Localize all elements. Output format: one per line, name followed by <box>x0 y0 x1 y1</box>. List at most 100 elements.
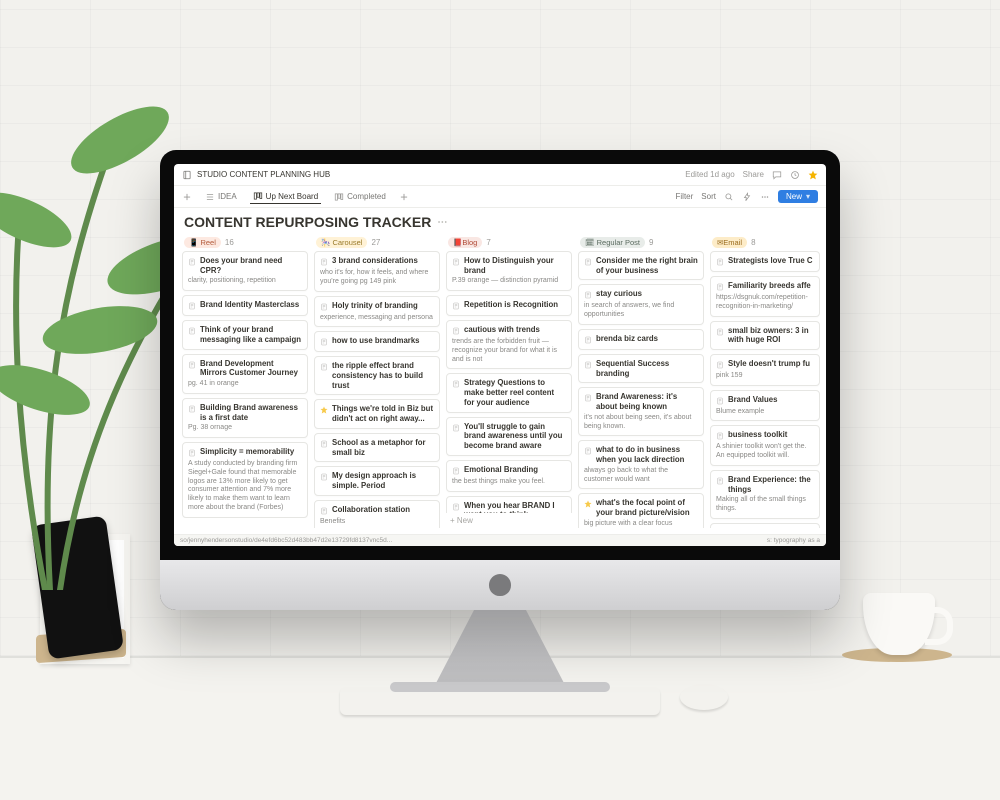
board-card[interactable]: stay curiousin search of answers, we fin… <box>578 284 704 325</box>
column-carousel: 🎠 Carousel 27 3 brand considerationswho … <box>314 234 440 528</box>
board-card[interactable]: Brand Identity Masterclass <box>182 295 308 316</box>
status-path: so/jennyhendersonstudio/de4efd6bc52d483b… <box>180 537 392 544</box>
share-button[interactable]: Share <box>743 170 764 179</box>
column-count: 8 <box>751 238 755 247</box>
board-card[interactable]: Brand ValuesBlume example <box>710 390 820 422</box>
board-card[interactable]: Holy trinity of branding experience, mess… <box>314 296 440 328</box>
card-subtext: who it's for, how it feels, and where yo… <box>320 269 434 287</box>
board-card[interactable]: Simplicity = memorability A study conduct… <box>182 442 308 518</box>
board-card[interactable]: cautious with trendstrends are the forbi… <box>446 320 572 369</box>
board-card[interactable]: brenda biz cards <box>578 329 704 350</box>
page-icon <box>452 466 460 476</box>
board-card[interactable]: School as a metaphor for small biz <box>314 433 440 462</box>
card-title: Does your brand need CPR? <box>200 256 302 275</box>
page-icon <box>188 257 196 267</box>
imac: STUDIO CONTENT PLANNING HUB Edited 1d ag… <box>160 150 840 610</box>
board-card[interactable]: Strategists love True C <box>710 251 820 272</box>
board-card[interactable]: How to Distinguish your brandP.39 orange… <box>446 251 572 291</box>
column-tag[interactable]: 📕Blog <box>448 237 482 248</box>
board-card[interactable]: When you hear BRAND I want you to think … <box>446 496 572 513</box>
page-title[interactable]: CONTENT REPURPOSING TRACKER <box>184 214 431 230</box>
more-icon[interactable] <box>760 192 770 202</box>
desk-scene: STUDIO CONTENT PLANNING HUB Edited 1d ag… <box>0 0 1000 800</box>
filter-button[interactable]: Filter <box>676 192 694 201</box>
board-card[interactable]: Style doesn't trump fupink 159 <box>710 354 820 386</box>
board-card[interactable]: Collaboration stationBenefits <box>314 500 440 528</box>
column-tag[interactable]: 🗓 Regular Post <box>580 237 645 248</box>
page-icon <box>584 393 592 403</box>
star-icon <box>320 405 328 415</box>
tab-completed[interactable]: Completed <box>331 190 389 204</box>
tab-idea-label: IDEA <box>218 192 237 201</box>
breadcrumb[interactable]: STUDIO CONTENT PLANNING HUB <box>182 170 330 180</box>
page-icon <box>584 446 592 456</box>
board-card[interactable]: Strategy Questions to make better reel c… <box>446 373 572 412</box>
card-title: You'll struggle to gain brand awareness … <box>464 422 566 451</box>
board-card[interactable]: Repetition is Recognition <box>446 295 572 316</box>
card-subtext: experience, messaging and persona <box>320 314 434 323</box>
clock-icon[interactable] <box>790 170 800 180</box>
board-card[interactable]: the ripple effect brand consistency has … <box>314 356 440 395</box>
star-icon <box>584 499 592 509</box>
board-card[interactable]: 3 brand considerationswho it's for, how … <box>314 251 440 292</box>
card-title: what's the focal point of your brand pic… <box>596 498 698 517</box>
board-card[interactable]: Brand Awareness: it's about being knowni… <box>578 387 704 436</box>
card-title: Holy trinity of branding <box>332 301 418 311</box>
card-title: School as a metaphor for small biz <box>332 438 434 457</box>
board-card[interactable]: business toolkitA shinier toolkit won't … <box>710 425 820 466</box>
last-edited-label: Edited 1d ago <box>685 170 734 179</box>
favorite-star-icon[interactable] <box>808 170 818 180</box>
card-title: what to do in business when you lack dir… <box>596 445 698 464</box>
tab-idea[interactable]: IDEA <box>202 190 240 204</box>
board-card[interactable]: Emotional Brandingthe best things make y… <box>446 460 572 492</box>
board-card[interactable]: You'll struggle to gain brand awareness … <box>446 417 572 456</box>
add-tab-icon[interactable] <box>399 192 409 202</box>
automation-icon[interactable] <box>742 192 752 202</box>
board-card[interactable]: what's the focal point of your brand pic… <box>578 493 704 528</box>
board-card[interactable]: Consider me the right brain of your busi… <box>578 251 704 280</box>
board-card[interactable]: Think of your brand messaging like a cam… <box>182 320 308 349</box>
add-view-icon[interactable] <box>182 192 192 202</box>
topbar: STUDIO CONTENT PLANNING HUB Edited 1d ag… <box>174 164 826 186</box>
column-blog: 📕Blog 7 How to Distinguish your brandP.3… <box>446 234 572 528</box>
page-icon <box>452 423 460 433</box>
card-subtext: A study conducted by branding firm Siege… <box>188 460 302 513</box>
board-card[interactable]: Does your brand need CPR?clarity, positi… <box>182 251 308 291</box>
page-icon <box>188 326 196 336</box>
page-icon <box>716 257 724 267</box>
board-card[interactable]: what to do in business when you lack dir… <box>578 440 704 489</box>
comment-icon[interactable] <box>772 170 782 180</box>
card-subtext: Blume example <box>716 408 814 417</box>
card-subtext: the best things make you feel. <box>452 478 566 487</box>
column-tag[interactable]: 🎠 Carousel <box>316 237 367 248</box>
card-title: Simplicity = memorability <box>200 447 294 457</box>
tab-up-next-board[interactable]: Up Next Board <box>250 189 321 204</box>
board-card[interactable]: people buy from brand <box>710 523 820 528</box>
card-title: Strategy Questions to make better reel c… <box>464 378 566 407</box>
add-card-button[interactable]: + New <box>446 513 572 528</box>
page-more-icon[interactable]: ⋯ <box>437 217 447 228</box>
page-icon <box>188 301 196 311</box>
page-icon <box>584 360 592 370</box>
board-card[interactable]: Brand Experience: the thingsMaking all o… <box>710 470 820 519</box>
card-subtext: trends are the forbidden fruit — recogni… <box>452 338 566 364</box>
column-tag[interactable]: 📱 Reel <box>184 237 221 248</box>
board-card[interactable]: My design approach is simple. Period <box>314 466 440 495</box>
breadcrumb-title: STUDIO CONTENT PLANNING HUB <box>197 170 330 179</box>
page-icon <box>320 439 328 449</box>
card-title: Brand Development Mirrors Customer Journ… <box>200 359 302 378</box>
page-icon <box>320 337 328 347</box>
board-card[interactable]: how to use brandmarks <box>314 331 440 352</box>
search-icon[interactable] <box>724 192 734 202</box>
board-card[interactable]: Familiarity breeds affehttps://dsgnuk.co… <box>710 276 820 317</box>
new-button[interactable]: New▾ <box>778 190 818 203</box>
column-tag[interactable]: ✉Email <box>712 237 747 248</box>
board-card[interactable]: small biz owners: 3 in with huge ROI <box>710 321 820 350</box>
board-card[interactable]: Sequential Success branding <box>578 354 704 383</box>
board-card[interactable]: Things we're told in Biz but didn't act … <box>314 399 440 428</box>
board-card[interactable]: Building Brand awareness is a first date… <box>182 398 308 438</box>
card-title: Think of your brand messaging like a cam… <box>200 325 302 344</box>
page-icon <box>584 257 592 267</box>
board-card[interactable]: Brand Development Mirrors Customer Journ… <box>182 354 308 394</box>
sort-button[interactable]: Sort <box>701 192 716 201</box>
